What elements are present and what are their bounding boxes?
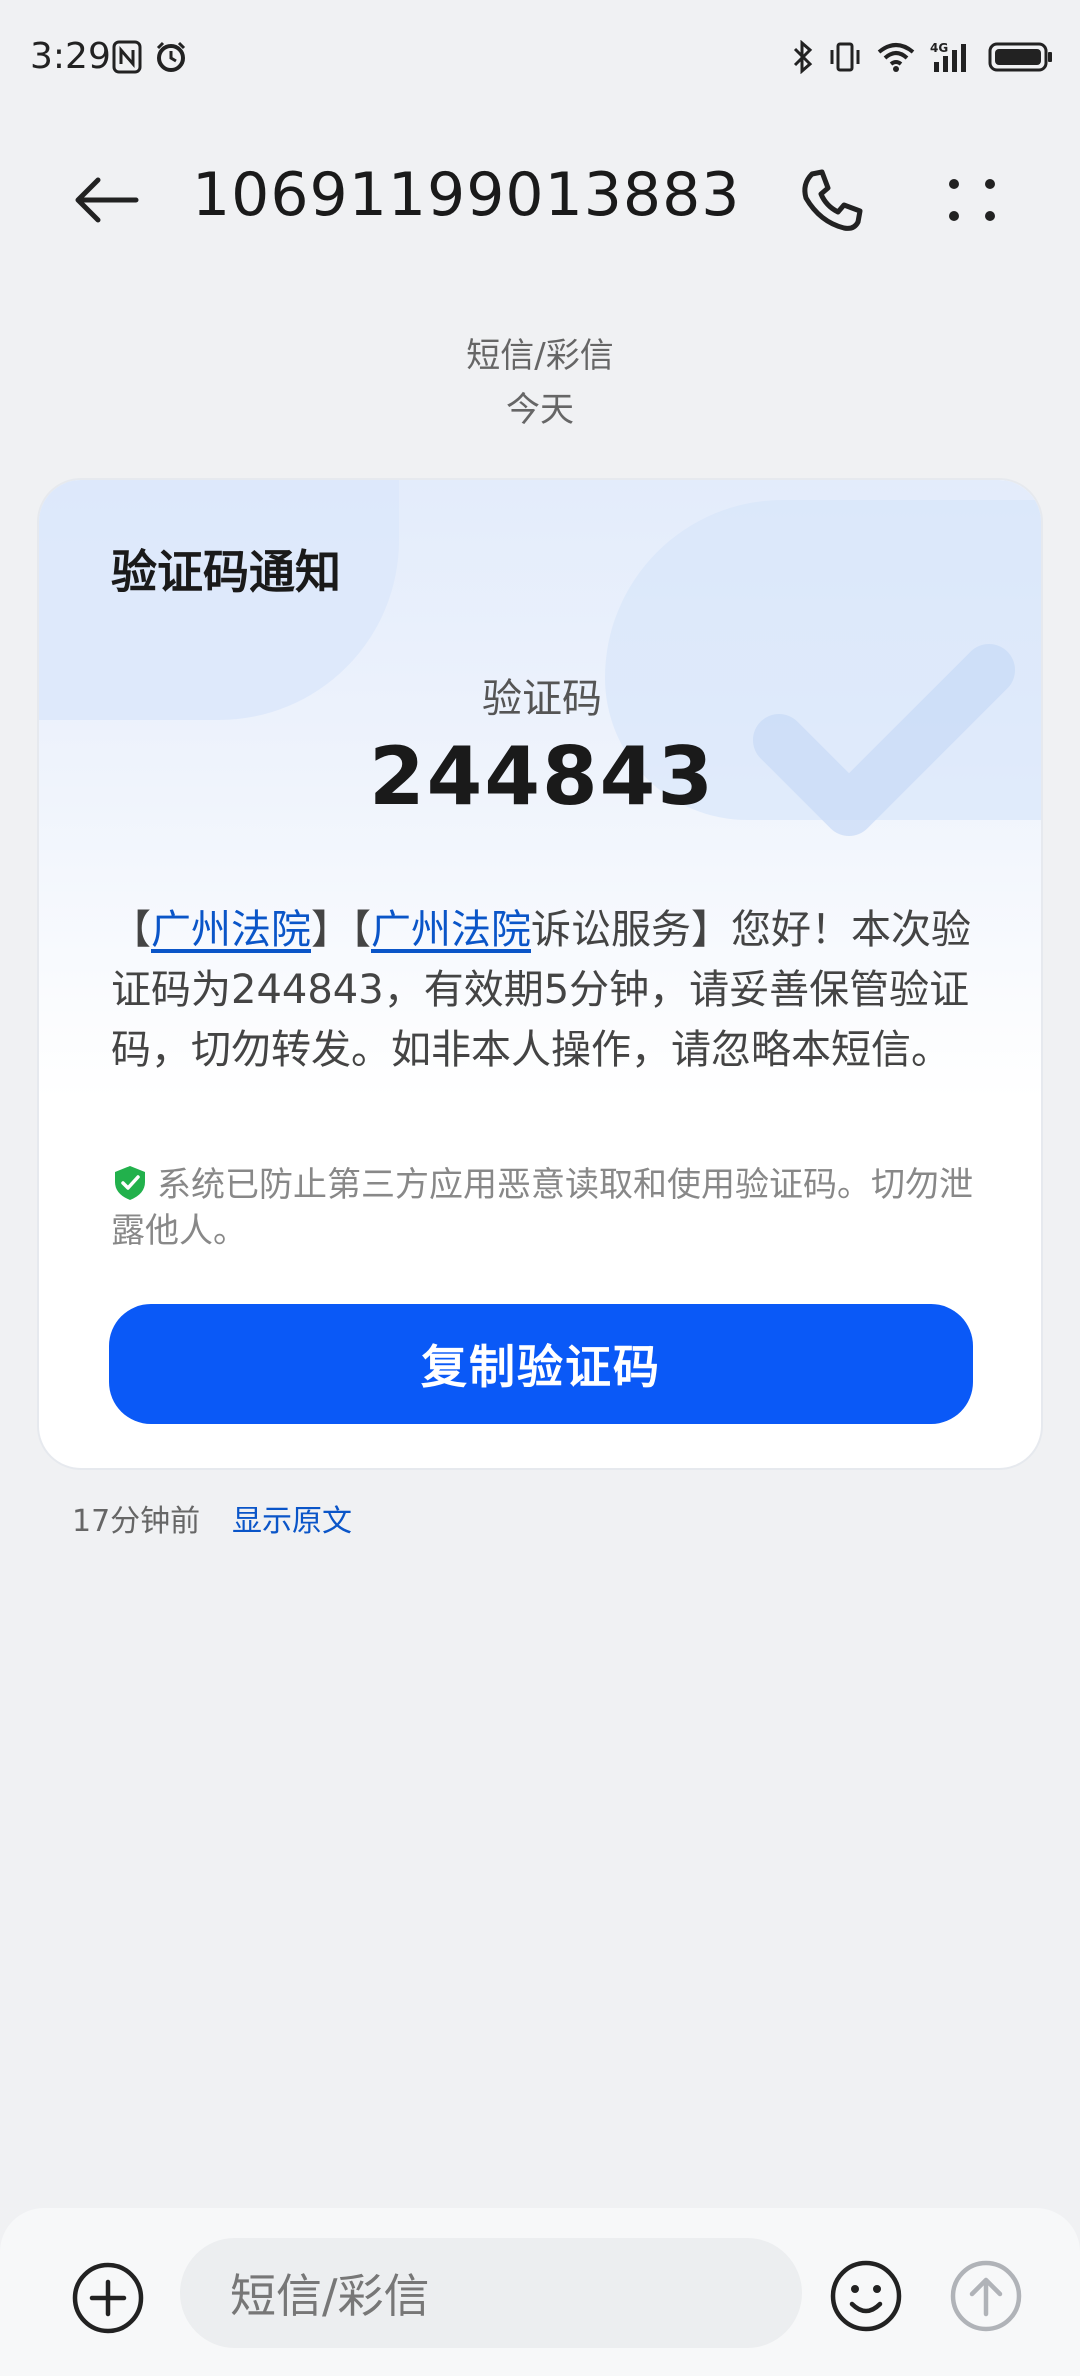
- more-button[interactable]: [932, 160, 1012, 240]
- message-timestamp: 17分钟前: [72, 1504, 201, 1539]
- signal-4g-icon: 4G: [930, 40, 974, 74]
- sender-link[interactable]: 广州法院: [151, 907, 311, 953]
- compose-bar: 短信/彩信: [0, 2208, 1080, 2376]
- security-note-text: 系统已防止第三方应用恶意读取和使用验证码。切勿泄露他人。: [111, 1165, 973, 1251]
- add-attachment-button[interactable]: [70, 2260, 146, 2336]
- code-label: 验证码: [482, 676, 602, 722]
- bracket: 】: [311, 907, 351, 953]
- status-time: 3:29: [30, 36, 111, 77]
- svg-text:4G: 4G: [930, 41, 948, 55]
- phone-icon: [790, 169, 870, 244]
- alarm-icon: [154, 40, 188, 74]
- message-body: 【广州法院】【广州法院诉讼服务】您好！本次验证码为244843，有效期5分钟，请…: [111, 900, 991, 1080]
- emoji-button[interactable]: [828, 2258, 904, 2334]
- message-type-label: 短信/彩信: [466, 336, 614, 376]
- contact-title: 10691199013883: [192, 160, 741, 230]
- smiley-icon: [828, 2260, 904, 2338]
- send-button[interactable]: [948, 2258, 1024, 2334]
- back-button[interactable]: [70, 160, 150, 240]
- battery-icon: [988, 40, 1054, 74]
- card-title: 验证码通知: [111, 545, 341, 599]
- sender-link[interactable]: 广州法院: [371, 907, 531, 953]
- message-input[interactable]: 短信/彩信: [180, 2238, 802, 2348]
- nfc-icon: [112, 40, 142, 74]
- status-bar: 3:29 4G: [0, 0, 1080, 120]
- security-note: 系统已防止第三方应用恶意读取和使用验证码。切勿泄露他人。: [111, 1162, 991, 1254]
- show-original-link[interactable]: 显示原文: [232, 1496, 352, 1540]
- vibrate-icon: [828, 40, 862, 74]
- plus-circle-icon: [70, 2262, 146, 2340]
- send-arrow-icon: [948, 2260, 1024, 2338]
- bluetooth-icon: [792, 40, 814, 74]
- verification-code[interactable]: 244843: [39, 730, 1041, 823]
- status-right-icons: 4G: [792, 40, 1054, 74]
- bracket: 【: [351, 907, 371, 953]
- wifi-icon: [876, 40, 916, 74]
- status-left-icons: [112, 40, 188, 74]
- verification-code-card: 验证码通知 验证码 244843 【广州法院】【广州法院诉讼服务】您好！本次验证…: [37, 478, 1043, 1470]
- more-dots-icon: [932, 179, 1012, 244]
- call-button[interactable]: [790, 160, 870, 240]
- arrow-left-icon: [70, 177, 150, 244]
- conversation-header: 10691199013883: [0, 130, 1080, 260]
- shield-check-icon: [115, 1166, 145, 1200]
- date-divider: 今天: [506, 390, 574, 430]
- bracket: 【: [111, 907, 151, 953]
- copy-code-button[interactable]: 复制验证码: [109, 1304, 973, 1424]
